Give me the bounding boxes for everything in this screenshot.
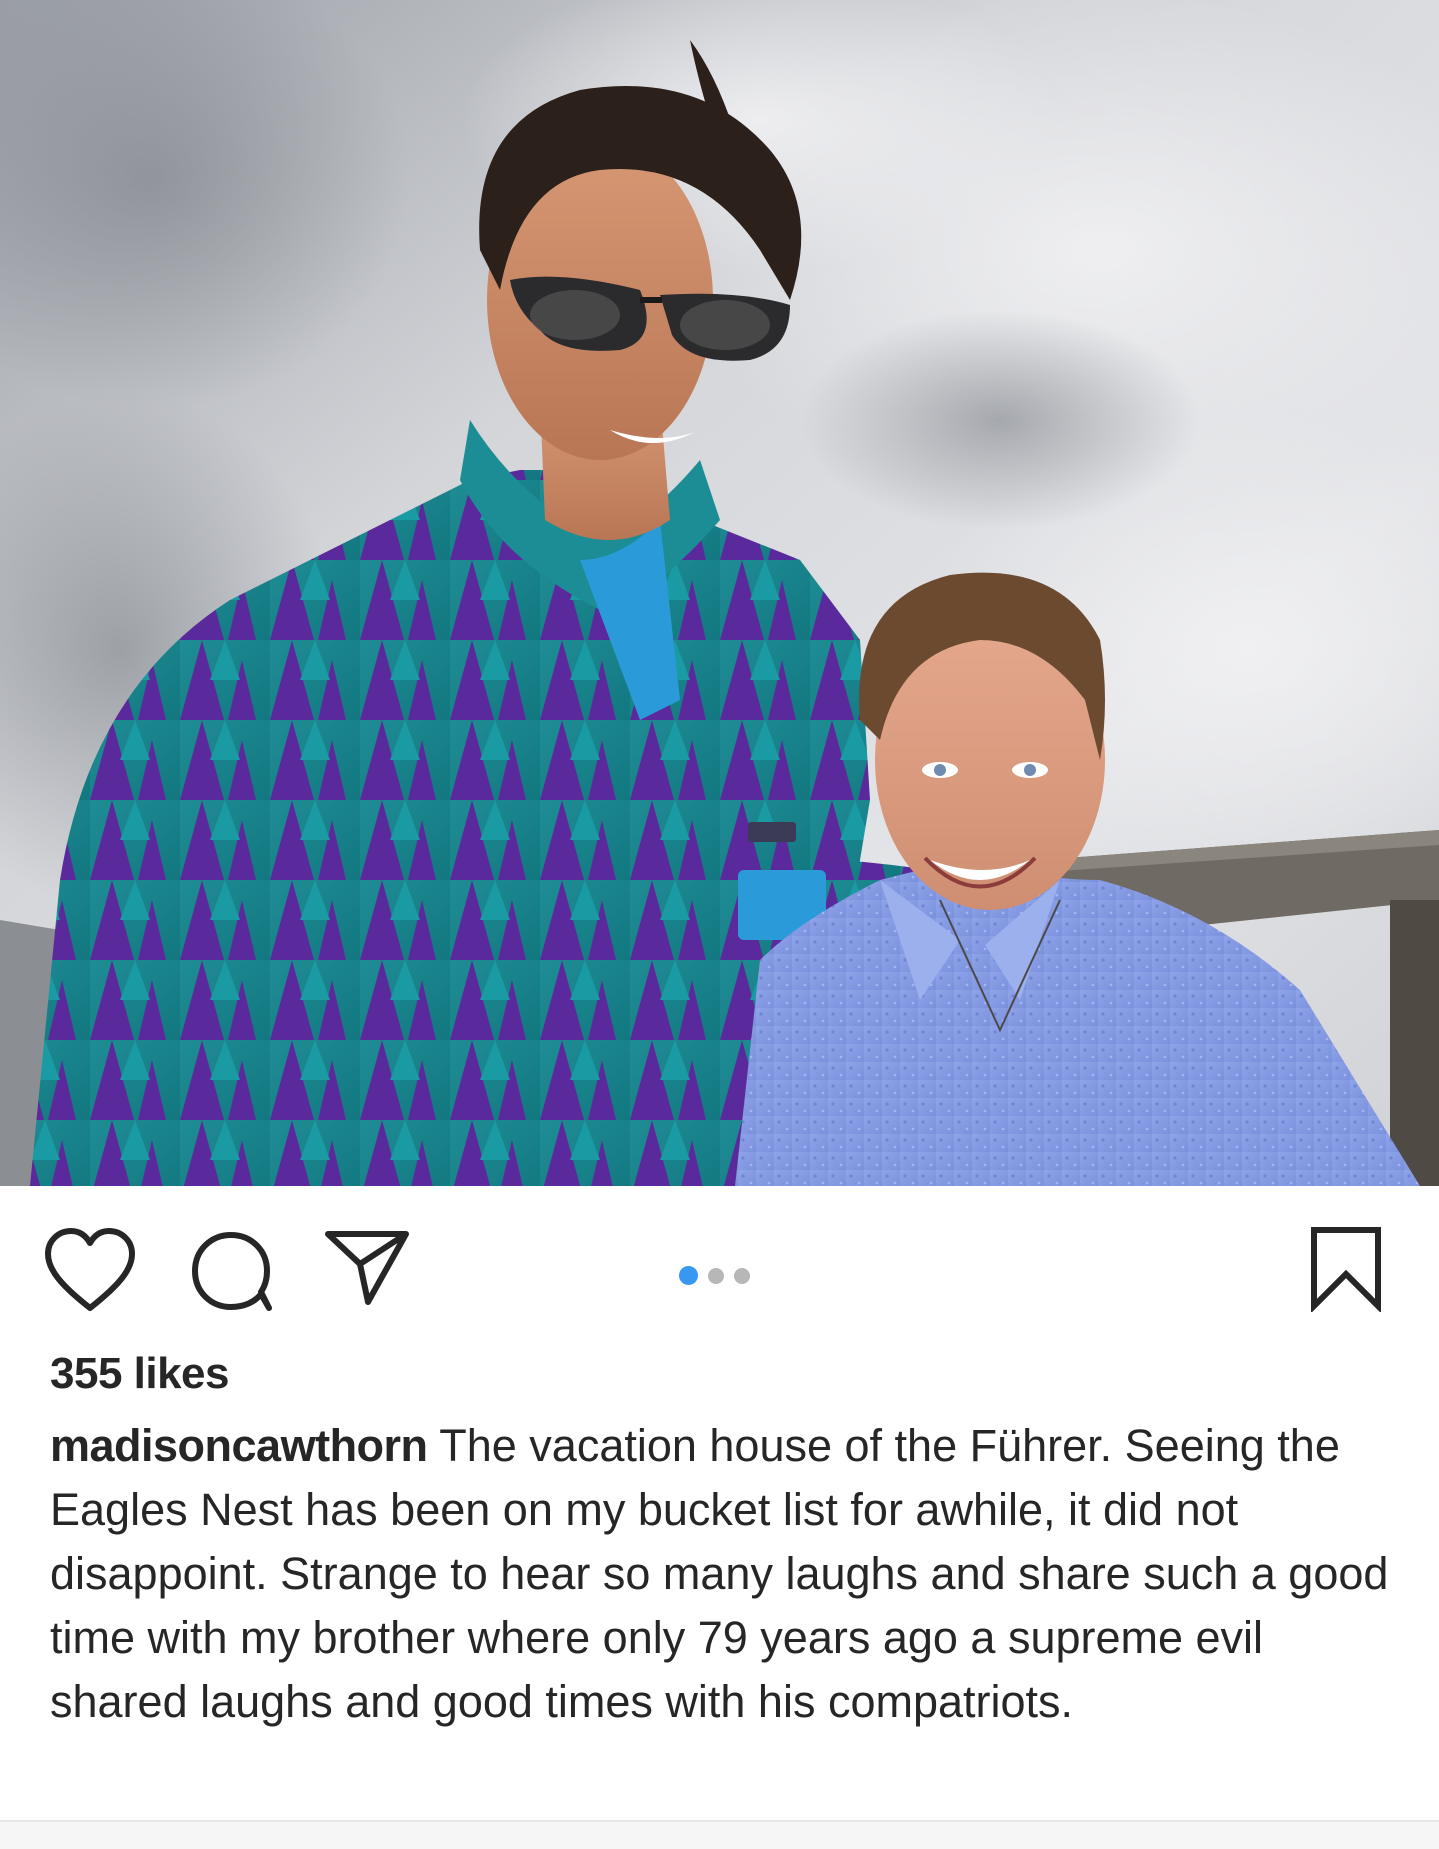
carousel-dot-active <box>679 1266 698 1285</box>
post-photo[interactable] <box>0 0 1439 1186</box>
photo-illustration <box>0 0 1439 1186</box>
carousel-indicator <box>679 1266 750 1285</box>
share-button[interactable] <box>322 1228 412 1308</box>
caption-username[interactable]: madisoncawthorn <box>50 1420 428 1471</box>
comment-button[interactable] <box>187 1226 277 1316</box>
carousel-dot <box>734 1267 750 1284</box>
post-caption: madisoncawthorn The vacation house of th… <box>50 1414 1400 1734</box>
carousel-dot <box>708 1267 724 1284</box>
like-button[interactable] <box>42 1226 138 1314</box>
post-action-bar <box>0 1186 1439 1346</box>
likes-count[interactable]: 355 likes <box>50 1349 230 1399</box>
comment-bubble-icon <box>192 1232 272 1311</box>
save-button[interactable] <box>1306 1224 1386 1312</box>
bottom-strip <box>0 1822 1439 1849</box>
bookmark-icon <box>1311 1227 1381 1312</box>
heart-icon <box>45 1228 135 1311</box>
paper-plane-icon <box>325 1231 409 1305</box>
